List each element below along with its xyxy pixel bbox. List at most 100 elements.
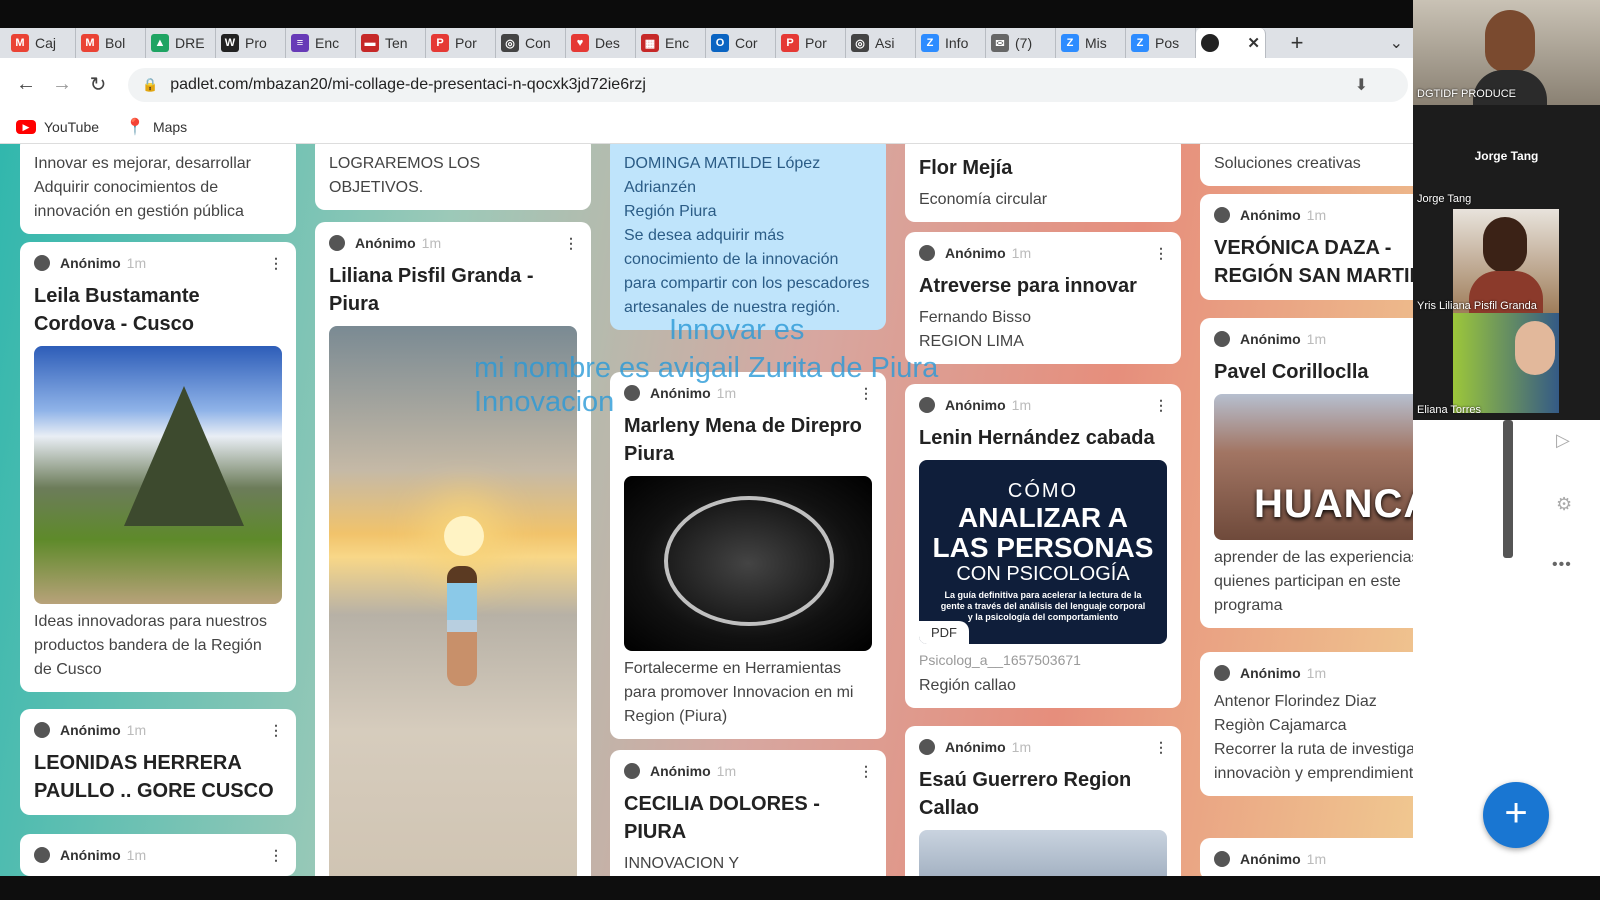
forward-icon[interactable]: → <box>44 73 80 96</box>
browser-tab[interactable]: W Pro <box>216 28 286 58</box>
browser-tab[interactable]: ≡ Enc <box>286 28 356 58</box>
drive-icon: ▲ <box>151 34 169 52</box>
reload-icon[interactable]: ↻ <box>80 72 116 97</box>
post-menu-icon[interactable]: ⋮ <box>1154 739 1168 756</box>
post-title: VERÓNICA DAZA - REGIÓN SAN MARTIN <box>1214 237 1413 287</box>
post-author: Anónimo <box>945 245 1006 261</box>
padlet-post-card[interactable]: DOMINGA MATILDE López Adrianzén Región P… <box>610 144 886 330</box>
tab-label: DRE <box>175 35 205 51</box>
post-author: Anónimo <box>1240 851 1301 867</box>
browser-tab[interactable]: Z Mis <box>1056 28 1126 58</box>
address-bar[interactable]: 🔒 padlet.com/mbazan20/mi-collage-de-pres… <box>128 68 1408 102</box>
chevron-down-icon[interactable]: ⌄ <box>1390 33 1403 53</box>
browser-tab[interactable]: ▬ Ten <box>356 28 426 58</box>
new-tab-button[interactable]: + <box>1284 30 1310 56</box>
participant-name: Yris Liliana Pisfil Granda <box>1417 300 1537 312</box>
browser-tab[interactable]: ◎ Asi <box>846 28 916 58</box>
browser-tab[interactable]: ♥ Des <box>566 28 636 58</box>
outlook-icon: O <box>711 34 729 52</box>
browser-tab[interactable]: ◎ Con <box>496 28 566 58</box>
post-body: Fortalecerme en Herramientas para promov… <box>624 660 854 725</box>
browser-tab[interactable]: M Bol <box>76 28 146 58</box>
post-body: aprender de las experiencias de quienes … <box>1214 549 1413 614</box>
padlet-post-card[interactable]: Anónimo 1m ⋮ Esaú Guerrero Region Callao <box>905 726 1181 876</box>
more-menu-icon[interactable]: ••• <box>1552 556 1572 574</box>
sculpture-photo[interactable] <box>624 476 872 651</box>
youtube-icon: ▶ <box>16 119 36 134</box>
browser-tab-active[interactable]: ✕ <box>1196 28 1266 58</box>
anonymous-avatar-icon <box>1214 665 1230 681</box>
browser-tab[interactable]: Z Info <box>916 28 986 58</box>
gear-icon[interactable]: ⚙ <box>1556 494 1572 515</box>
post-photo[interactable] <box>919 830 1167 876</box>
padlet-post-card[interactable]: Anónimo1m⋮VERÓNICA DAZA - REGIÓN SAN MAR… <box>1200 194 1413 300</box>
sculpture-figure <box>664 496 834 626</box>
post-menu-icon[interactable]: ⋮ <box>1154 245 1168 262</box>
padlet-icon <box>1201 34 1219 52</box>
padlet-post-card[interactable]: Anónimo 1m ⋮ LEONIDAS HERRERA PAULLO .. GOR… <box>20 709 296 815</box>
browser-tab[interactable]: ▦ Enc <box>636 28 706 58</box>
tab-label: Por <box>805 35 827 51</box>
post-menu-icon[interactable]: ⋮ <box>1154 397 1168 414</box>
browser-tab[interactable]: P Por <box>426 28 496 58</box>
padlet-post-card[interactable]: LOGRAREMOS LOS OBJETIVOS. <box>315 144 591 210</box>
post-menu-icon[interactable]: ⋮ <box>859 763 873 780</box>
padlet-post-card[interactable]: Anónimo1m⋮ <box>1200 838 1413 876</box>
post-menu-icon[interactable]: ⋮ <box>269 722 283 739</box>
browser-tab[interactable]: ✉ (7) <box>986 28 1056 58</box>
padlet-post-card[interactable]: Anónimo 1m ⋮ Lenin Hernández cabada CÓMO ANAL… <box>905 384 1181 708</box>
book-cover-pdf[interactable]: CÓMO ANALIZAR A LAS PERSONAS CON PSICOLOGÍA… <box>919 460 1167 644</box>
huancayo-photo[interactable]: HUANCAYO <box>1214 394 1413 540</box>
post-title: Flor Mejía <box>919 157 1013 179</box>
post-menu-icon[interactable]: ⋮ <box>564 235 578 252</box>
post-menu-icon[interactable]: ⋮ <box>859 385 873 402</box>
tab-label: (7) <box>1015 35 1033 51</box>
bookmark-youtube[interactable]: ▶ YouTube <box>16 119 99 135</box>
back-icon[interactable]: ← <box>8 73 44 96</box>
install-icon[interactable]: ⬇ <box>1355 75 1368 95</box>
post-header: Anónimo1m⋮ <box>34 252 283 274</box>
padlet-post-card[interactable]: Soluciones creativas <box>1200 144 1413 186</box>
browser-tab[interactable]: ▲ DRE <box>146 28 216 58</box>
scrollbar-thumb[interactable] <box>1503 420 1513 558</box>
post-title: CECILIA DOLORES - PIURA <box>624 793 820 843</box>
anonymous-avatar-icon <box>1214 331 1230 347</box>
gmail-icon: M <box>81 34 99 52</box>
browser-tab[interactable]: P Por <box>776 28 846 58</box>
padlet-post-card[interactable]: Anónimo1m⋮Antenor Florindez Diaz Regiòn … <box>1200 652 1413 796</box>
post-header: Anónimo 1m ⋮ <box>624 382 873 404</box>
drawn-text-annotation: mi nombre es avigail Zurita de Piura <box>474 352 939 384</box>
post-time: 1m <box>126 722 147 738</box>
padlet-post-card[interactable]: Anónimo 1m ⋮ Leila Bustamante Cordova - Cus… <box>20 242 296 692</box>
post-author: Anónimo <box>650 385 711 401</box>
post-time: 1m <box>716 385 737 401</box>
padlet-post-card[interactable]: Anónimo 1m ⋮ Liliana Pisfil Granda -Piura <box>315 222 591 876</box>
padlet-post-card[interactable]: Flor Mejía Economía circular <box>905 144 1181 222</box>
padlet-post-card[interactable]: Anónimo1m⋮Pavel CorillocllаHUANCAYOapren… <box>1200 318 1413 628</box>
participant-center-name: Jorge Tang <box>1474 149 1539 163</box>
machu-picchu-photo[interactable] <box>34 346 282 604</box>
padlet-post-card[interactable]: Anónimo1m⋮ <box>20 834 296 876</box>
padlet-post-card[interactable]: Anónimo 1m ⋮ Marleny Mena de Direpro Piura F… <box>610 372 886 739</box>
book-line1: CÓMO <box>1007 480 1079 502</box>
add-post-button[interactable]: + <box>1483 782 1549 848</box>
padlet-post-card[interactable]: Anónimo 1m ⋮ CECILIA DOLORES - PIURA INNOVAC… <box>610 750 886 876</box>
browser-tab[interactable]: Z Pos <box>1126 28 1196 58</box>
tab-label: Pos <box>1155 35 1180 51</box>
bookmark-maps[interactable]: 📍 Maps <box>125 117 187 137</box>
post-menu-icon[interactable]: ⋮ <box>269 847 283 864</box>
post-author: Anónimo <box>1240 207 1301 223</box>
post-title: Liliana Pisfil Granda -Piura <box>329 265 534 315</box>
close-tab-icon[interactable]: ✕ <box>1247 34 1260 52</box>
post-menu-icon[interactable]: ⋮ <box>269 255 283 272</box>
post-author: Anónimo <box>355 235 416 251</box>
huancayo-title: HUANCAYO <box>1254 482 1413 526</box>
browser-tab[interactable]: M Caj <box>6 28 76 58</box>
padlet-post-card[interactable]: Anónimo 1m ⋮ Atreverse para innovar Fernando… <box>905 232 1181 364</box>
anonymous-avatar-icon <box>1214 207 1230 223</box>
play-icon[interactable]: ▷ <box>1556 430 1570 451</box>
anonymous-avatar-icon <box>624 385 640 401</box>
post-header: Anónimo1m⋮ <box>1214 662 1413 684</box>
padlet-post-card[interactable]: Innovar es mejorar, desarrollar Adquirir… <box>20 144 296 234</box>
browser-tab[interactable]: O Cor <box>706 28 776 58</box>
